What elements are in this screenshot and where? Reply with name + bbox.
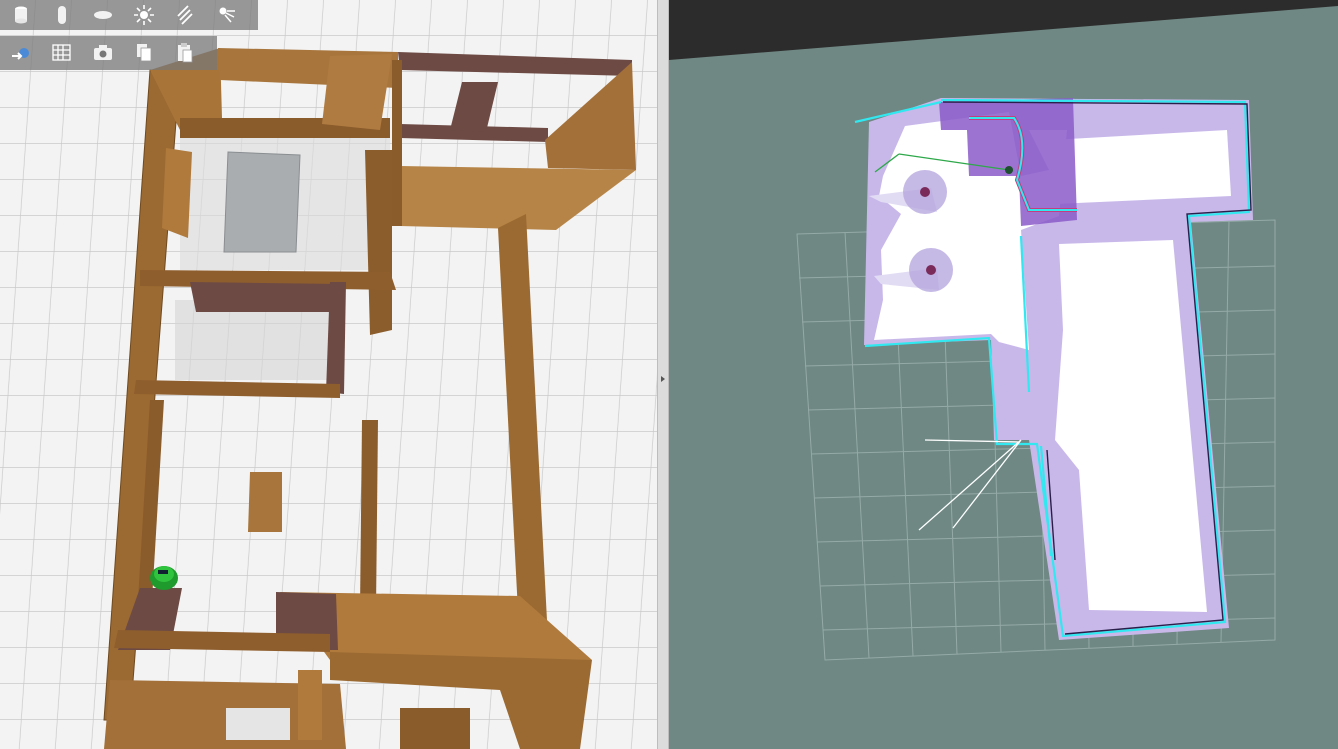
camera-icon <box>93 45 112 60</box>
collapse-arrow-icon[interactable] <box>661 376 665 382</box>
pane-splitter[interactable] <box>657 0 669 749</box>
turtlebot-robot[interactable] <box>150 566 178 590</box>
cylinder-shape-button[interactable] <box>0 0 41 30</box>
cylinder-icon <box>14 6 27 24</box>
grid-snap-button[interactable] <box>41 38 82 68</box>
toolbar-shapes <box>0 0 258 30</box>
gazebo-3d-viewport[interactable] <box>0 0 657 749</box>
gazebo-scene[interactable] <box>0 0 657 749</box>
capsule-icon <box>57 6 66 24</box>
wooden-crate <box>248 472 282 532</box>
middle-brick-wall <box>190 282 340 312</box>
top-room-divider <box>322 54 392 130</box>
capsule-shape-button[interactable] <box>41 0 82 30</box>
rviz-map-viewport[interactable] <box>669 0 1338 749</box>
spot-light-button[interactable] <box>205 0 246 30</box>
screenshot-button[interactable] <box>82 38 123 68</box>
copy-button[interactable] <box>123 38 164 68</box>
directional-light-button[interactable] <box>164 0 205 30</box>
toolbar-tools <box>0 36 217 70</box>
orbit-view-button[interactable] <box>0 38 41 68</box>
point-light-button[interactable] <box>123 0 164 30</box>
vertical-divider-wall <box>392 60 402 226</box>
rviz-scene[interactable] <box>669 0 1338 749</box>
orbit-icon <box>11 48 29 60</box>
spot-light-icon <box>219 7 235 23</box>
directional-light-icon <box>176 5 193 25</box>
paste-icon <box>177 43 192 63</box>
grid-icon <box>51 44 71 61</box>
sun-icon <box>133 5 154 25</box>
copy-icon <box>136 44 151 62</box>
inner-wall-lower <box>360 420 378 610</box>
paste-button[interactable] <box>164 38 205 68</box>
bottom-post <box>298 670 322 740</box>
ellipsoid-icon <box>93 11 112 19</box>
bottom-door <box>400 708 470 749</box>
grey-cabinet <box>223 151 301 253</box>
bottom-opening <box>226 708 290 740</box>
left-shelf <box>162 148 192 238</box>
ellipsoid-shape-button[interactable] <box>82 0 123 30</box>
